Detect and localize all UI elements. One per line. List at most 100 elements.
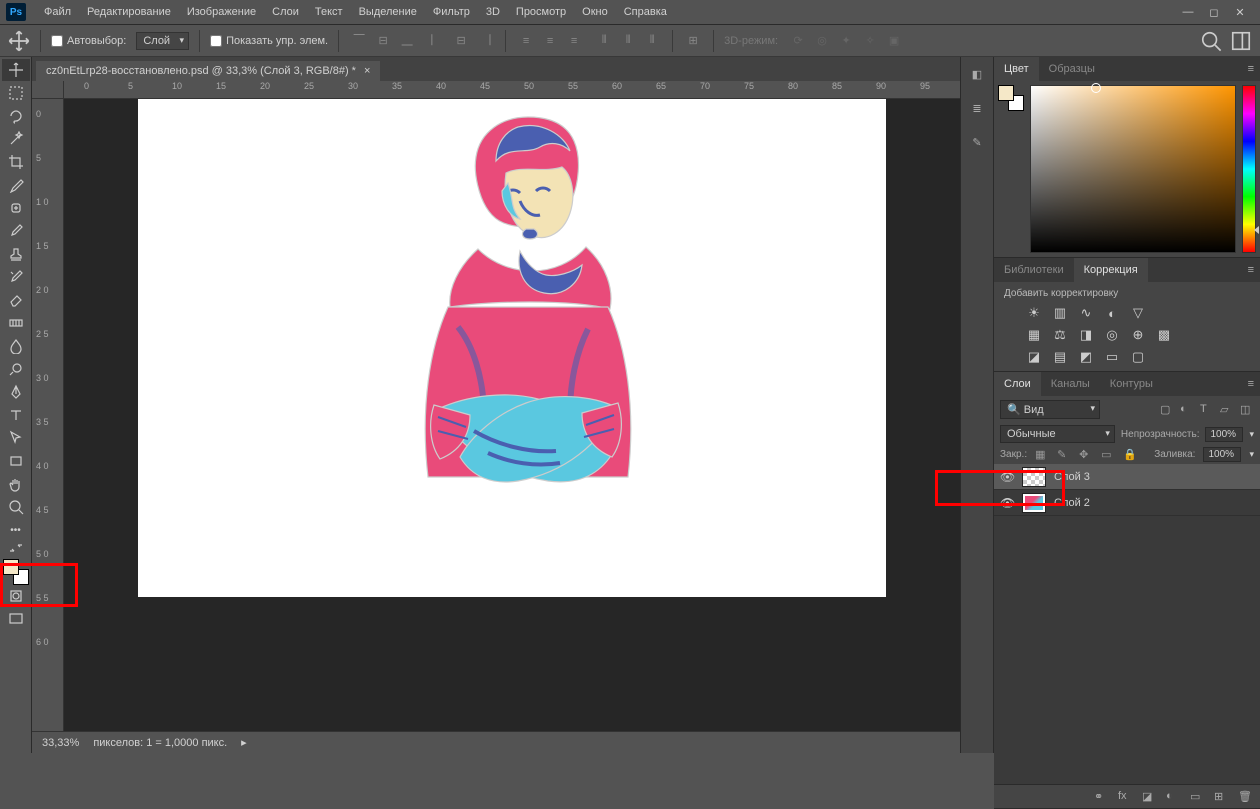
align-left-icon[interactable]: ⎸ <box>427 31 447 51</box>
layer-row[interactable]: 👁Слой 2 <box>994 490 1260 516</box>
layer-mask-icon[interactable]: ◪ <box>1142 790 1156 804</box>
3d-slide-icon[interactable]: ✧ <box>860 31 880 51</box>
align-top-icon[interactable]: ⎺ <box>349 31 369 51</box>
menu-image[interactable]: Изображение <box>179 6 264 18</box>
close-tab-icon[interactable]: × <box>364 65 370 77</box>
lock-paint-icon[interactable]: ✎ <box>1057 448 1071 462</box>
photofilter-icon[interactable]: ◎ <box>1102 327 1122 343</box>
lock-artboard-icon[interactable]: ▭ <box>1101 448 1115 462</box>
bw-icon[interactable]: ◨ <box>1076 327 1096 343</box>
window-minimize-icon[interactable]: — <box>1182 6 1194 18</box>
quickmask-tool[interactable] <box>2 585 30 607</box>
hue-slider[interactable] <box>1242 85 1256 253</box>
lock-position-icon[interactable]: ✥ <box>1079 448 1093 462</box>
tab-libraries[interactable]: Библиотеки <box>994 258 1074 282</box>
3d-orbit-icon[interactable]: ⟳ <box>788 31 808 51</box>
menu-filter[interactable]: Фильтр <box>425 6 478 18</box>
3d-pan-icon[interactable]: ✦ <box>836 31 856 51</box>
exposure-icon[interactable]: ◐ <box>1102 305 1122 321</box>
invert-icon[interactable]: ◪ <box>1024 349 1044 365</box>
visibility-icon[interactable]: 👁 <box>1000 496 1014 510</box>
link-layers-icon[interactable]: ⚭ <box>1094 790 1108 804</box>
menu-layers[interactable]: Слои <box>264 6 307 18</box>
curves-icon[interactable]: ∿ <box>1076 305 1096 321</box>
stamp-tool[interactable] <box>2 243 30 265</box>
history-panel-icon[interactable]: ◧ <box>966 63 988 85</box>
3d-zoom-icon[interactable]: ▣ <box>884 31 904 51</box>
workspace-icon[interactable] <box>1230 30 1252 52</box>
show-controls-checkbox[interactable]: Показать упр. элем. <box>210 35 328 47</box>
filter-text-icon[interactable]: T <box>1200 403 1214 417</box>
lasso-tool[interactable] <box>2 105 30 127</box>
eraser-tool[interactable] <box>2 289 30 311</box>
tab-adjustments[interactable]: Коррекция <box>1074 258 1148 282</box>
text-tool[interactable] <box>2 404 30 426</box>
3d-roll-icon[interactable]: ◎ <box>812 31 832 51</box>
tab-layers[interactable]: Слои <box>994 372 1041 396</box>
heal-tool[interactable] <box>2 197 30 219</box>
window-close-icon[interactable]: ✕ <box>1234 6 1246 18</box>
menu-select[interactable]: Выделение <box>351 6 425 18</box>
dist-top-icon[interactable]: ≡ <box>516 31 536 51</box>
hue-icon[interactable]: ▦ <box>1024 327 1044 343</box>
menu-3d[interactable]: 3D <box>478 6 508 18</box>
path-select-tool[interactable] <box>2 427 30 449</box>
dist-vmid-icon[interactable]: ≡ <box>540 31 560 51</box>
search-icon[interactable] <box>1200 30 1222 52</box>
dodge-tool[interactable] <box>2 358 30 380</box>
layer-fx-icon[interactable]: fx <box>1118 790 1132 804</box>
rectangle-tool[interactable] <box>2 450 30 472</box>
tab-color[interactable]: Цвет <box>994 57 1039 81</box>
marquee-tool[interactable] <box>2 82 30 104</box>
foreground-color[interactable] <box>3 559 19 575</box>
panel-menu-icon[interactable]: ≡ <box>1242 63 1260 75</box>
pen-tool[interactable] <box>2 381 30 403</box>
align-right-icon[interactable]: ⎹ <box>475 31 495 51</box>
gradientmap-icon[interactable]: ▭ <box>1102 349 1122 365</box>
dist-left-icon[interactable]: ⦀ <box>594 31 614 51</box>
new-layer-icon[interactable]: ⊞ <box>1214 790 1228 804</box>
status-arrow-icon[interactable]: ▸ <box>241 736 247 749</box>
eyedropper-tool[interactable] <box>2 174 30 196</box>
filter-image-icon[interactable]: ▢ <box>1160 403 1174 417</box>
dist-right-icon[interactable]: ⦀ <box>642 31 662 51</box>
brush-tool[interactable] <box>2 220 30 242</box>
gradient-tool[interactable] <box>2 312 30 334</box>
align-hmid-icon[interactable]: ⊟ <box>451 31 471 51</box>
color-field[interactable] <box>1030 85 1236 253</box>
dist-bottom-icon[interactable]: ≡ <box>564 31 584 51</box>
layer-thumbnail[interactable] <box>1022 493 1046 513</box>
zoom-tool[interactable] <box>2 496 30 518</box>
color-swatch[interactable] <box>3 559 29 585</box>
tab-channels[interactable]: Каналы <box>1041 372 1100 396</box>
window-maximize-icon[interactable]: ◻ <box>1208 6 1220 18</box>
properties-panel-icon[interactable]: ≣ <box>966 97 988 119</box>
panel-color-swatch[interactable] <box>998 85 1024 111</box>
autoselect-checkbox[interactable]: Автовыбор: <box>51 35 126 47</box>
menu-view[interactable]: Просмотр <box>508 6 574 18</box>
posterize-icon[interactable]: ▤ <box>1050 349 1070 365</box>
panel-menu-icon[interactable]: ≡ <box>1242 378 1260 390</box>
screenmode-tool[interactable] <box>2 608 30 630</box>
new-adjustment-icon[interactable]: ◐ <box>1166 790 1180 804</box>
layer-filter-dropdown[interactable]: 🔍 Вид <box>1000 400 1100 419</box>
colorbalance-icon[interactable]: ⚖ <box>1050 327 1070 343</box>
auto-align-icon[interactable]: ⊞ <box>683 31 703 51</box>
history-brush-tool[interactable] <box>2 266 30 288</box>
filter-shape-icon[interactable]: ▱ <box>1220 403 1234 417</box>
character-panel-icon[interactable]: ✎ <box>966 131 988 153</box>
visibility-icon[interactable]: 👁 <box>1000 470 1014 484</box>
move-tool[interactable] <box>2 59 30 81</box>
brightness-icon[interactable]: ☀ <box>1024 305 1044 321</box>
selectivecolor-icon[interactable]: ▢ <box>1128 349 1148 365</box>
dist-hmid-icon[interactable]: ⦀ <box>618 31 638 51</box>
swap-colors-icon[interactable] <box>2 542 30 554</box>
hand-tool[interactable] <box>2 473 30 495</box>
lock-transparency-icon[interactable]: ▦ <box>1035 448 1049 462</box>
threshold-icon[interactable]: ◩ <box>1076 349 1096 365</box>
align-vmid-icon[interactable]: ⊟ <box>373 31 393 51</box>
align-bottom-icon[interactable]: ⎽ <box>397 31 417 51</box>
zoom-value[interactable]: 33,33% <box>42 737 79 749</box>
lock-all-icon[interactable]: 🔒 <box>1123 448 1137 462</box>
menu-text[interactable]: Текст <box>307 6 351 18</box>
